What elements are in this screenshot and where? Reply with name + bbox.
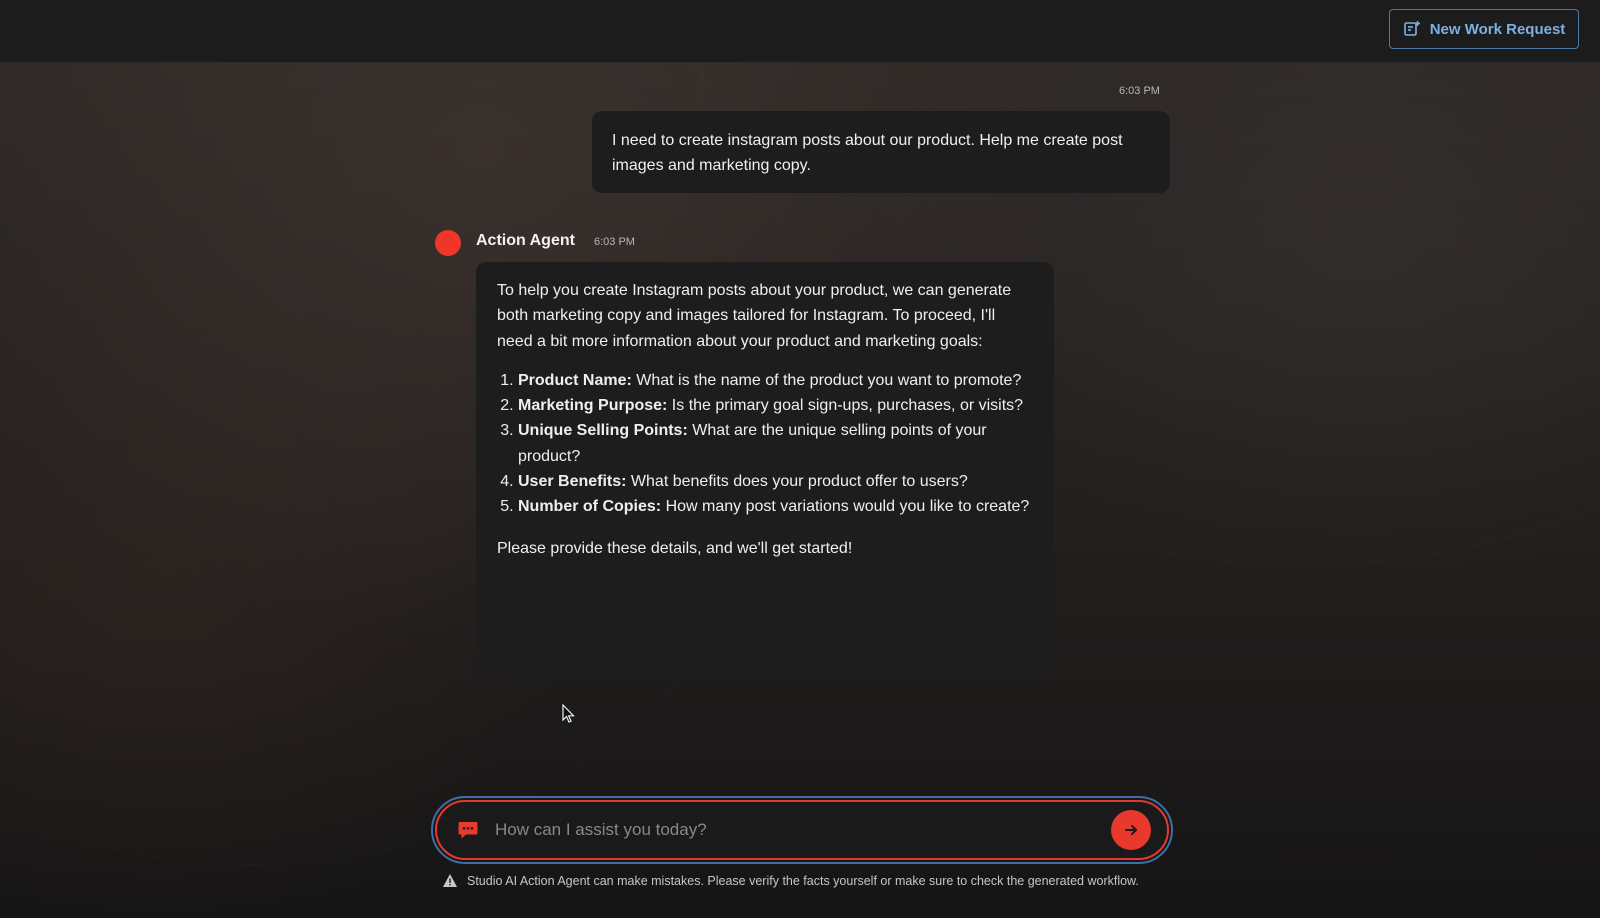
chat-bubble-icon — [458, 822, 478, 839]
agent-message-bubble: To help you create Instagram posts about… — [476, 262, 1054, 678]
list-item-label: Unique Selling Points: — [518, 422, 688, 440]
chat-input-box[interactable] — [435, 800, 1169, 860]
note-plus-icon — [1403, 21, 1420, 36]
agent-message-intro: To help you create Instagram posts about… — [497, 282, 1012, 350]
list-item-label: Marketing Purpose: — [518, 397, 668, 415]
list-item: Unique Selling Points: What are the uniq… — [518, 418, 1033, 469]
new-work-request-button[interactable]: New Work Request — [1389, 9, 1579, 49]
chat-area: 6:03 PM I need to create instagram posts… — [0, 63, 1600, 918]
list-item: Marketing Purpose: Is the primary goal s… — [518, 393, 1033, 418]
list-item: Number of Copies: How many post variatio… — [518, 494, 1033, 519]
list-item-text: Is the primary goal sign-ups, purchases,… — [667, 397, 1024, 415]
list-item: User Benefits: What benefits does your p… — [518, 469, 1033, 494]
send-button[interactable] — [1111, 810, 1151, 850]
arrow-right-icon — [1125, 825, 1137, 835]
warning-triangle-icon — [443, 874, 457, 887]
mouse-cursor-icon — [562, 704, 575, 723]
new-work-request-label: New Work Request — [1429, 20, 1566, 38]
disclaimer: Studio AI Action Agent can make mistakes… — [442, 873, 1139, 888]
list-item-label: Number of Copies: — [518, 498, 662, 516]
chat-composer — [431, 796, 1173, 864]
user-message-bubble: I need to create instagram posts about o… — [592, 111, 1170, 193]
list-item-label: Product Name: — [518, 371, 632, 389]
agent-name: Action Agent — [476, 232, 575, 249]
disclaimer-text: Studio AI Action Agent can make mistakes… — [467, 873, 1139, 888]
list-item-text: How many post variations would you like … — [661, 498, 1030, 516]
agent-question-list: Product Name: What is the name of the pr… — [497, 368, 1033, 520]
list-item: Product Name: What is the name of the pr… — [518, 368, 1033, 393]
user-message-time: 6:03 PM — [1119, 85, 1160, 97]
top-bar: New Work Request — [0, 0, 1600, 63]
agent-message-closing: Please provide these details, and we'll … — [497, 539, 853, 557]
list-item-text: What benefits does your product offer to… — [626, 473, 968, 491]
list-item-text: What is the name of the product you want… — [631, 371, 1022, 389]
agent-message-time: 6:03 PM — [594, 236, 635, 248]
agent-avatar — [435, 230, 461, 256]
list-item-label: User Benefits: — [518, 473, 627, 491]
chat-input[interactable] — [493, 819, 1111, 841]
